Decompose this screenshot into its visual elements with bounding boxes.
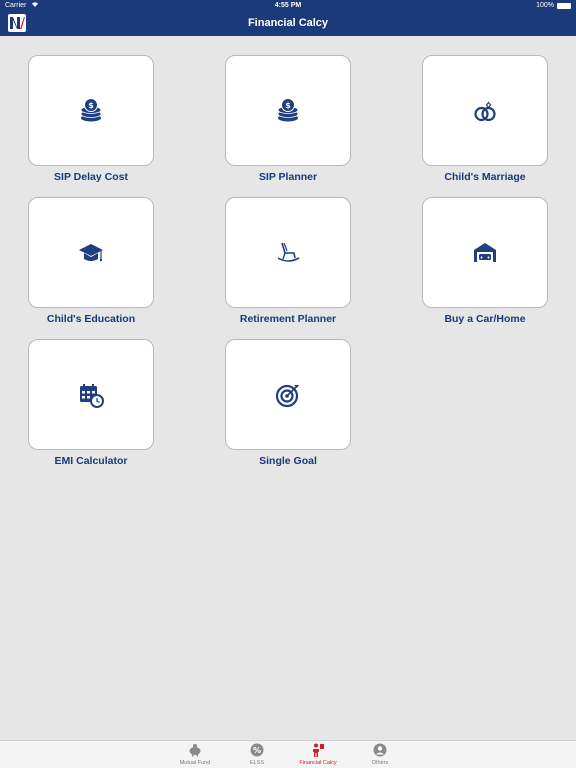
- sip-planner-card[interactable]: $: [225, 55, 351, 166]
- retirement-planner-label: Retirement Planner: [239, 313, 337, 325]
- buy-car-home-card[interactable]: [422, 197, 548, 308]
- buy-car-home-label: Buy a Car/Home: [444, 313, 526, 325]
- tab-mutual-fund[interactable]: Mutual Fund: [165, 741, 225, 768]
- childs-education-label: Child's Education: [46, 313, 136, 325]
- coins-stack-icon: $: [277, 97, 299, 121]
- tab-mutual-fund-label: Mutual Fund: [179, 760, 211, 766]
- battery-indicator: 100%: [536, 0, 571, 12]
- status-bar: Carrier 4:55 PM 100%: [0, 0, 576, 12]
- sip-planner-label: SIP Planner: [258, 171, 318, 183]
- emi-calculator-card[interactable]: [28, 339, 154, 450]
- graduation-cap-icon: [79, 243, 103, 261]
- emi-calculator-label: EMI Calculator: [54, 455, 128, 467]
- tab-others[interactable]: Others: [350, 741, 410, 768]
- single-goal-label: Single Goal: [259, 455, 317, 467]
- single-goal-card[interactable]: [225, 339, 351, 450]
- battery-icon: [557, 3, 571, 9]
- navigation-bar: Carrier 4:55 PM 100% Financial Calcy: [0, 0, 576, 36]
- svg-text:$: $: [285, 101, 291, 110]
- calendar-clock-icon: [80, 383, 104, 408]
- tab-elss[interactable]: % ELSS: [227, 741, 287, 768]
- page-title: Financial Calcy: [247, 17, 329, 29]
- wedding-rings-icon: [474, 101, 496, 121]
- piggy-bank-icon: [189, 744, 201, 757]
- target-icon: [275, 384, 299, 407]
- tab-bar: Mutual Fund % ELSS Financial Calcy Other…: [0, 740, 576, 768]
- childs-education-card[interactable]: [28, 197, 154, 308]
- childs-marriage-card[interactable]: [422, 55, 548, 166]
- sip-delay-cost-card[interactable]: $: [28, 55, 154, 166]
- retirement-planner-card[interactable]: [225, 197, 351, 308]
- rocking-chair-icon: [277, 242, 300, 262]
- coins-stack-icon: $: [80, 97, 102, 121]
- percent-icon: %: [250, 743, 264, 757]
- user-icon: [373, 743, 387, 757]
- tab-financial-calcy[interactable]: Financial Calcy: [288, 741, 348, 768]
- tab-others-label: Others: [371, 760, 389, 766]
- tab-elss-label: ELSS: [249, 760, 265, 766]
- car-garage-icon: [474, 242, 496, 262]
- tab-financial-calcy-label: Financial Calcy: [299, 760, 337, 766]
- childs-marriage-label: Child's Marriage: [444, 171, 526, 183]
- status-time: 4:55 PM: [274, 2, 302, 9]
- svg-text:$: $: [88, 101, 94, 110]
- svg-text:%: %: [253, 746, 261, 755]
- sip-delay-cost-label: SIP Delay Cost: [54, 171, 128, 183]
- battery-percent: 100%: [536, 2, 554, 9]
- person-calculator-icon: [313, 743, 324, 757]
